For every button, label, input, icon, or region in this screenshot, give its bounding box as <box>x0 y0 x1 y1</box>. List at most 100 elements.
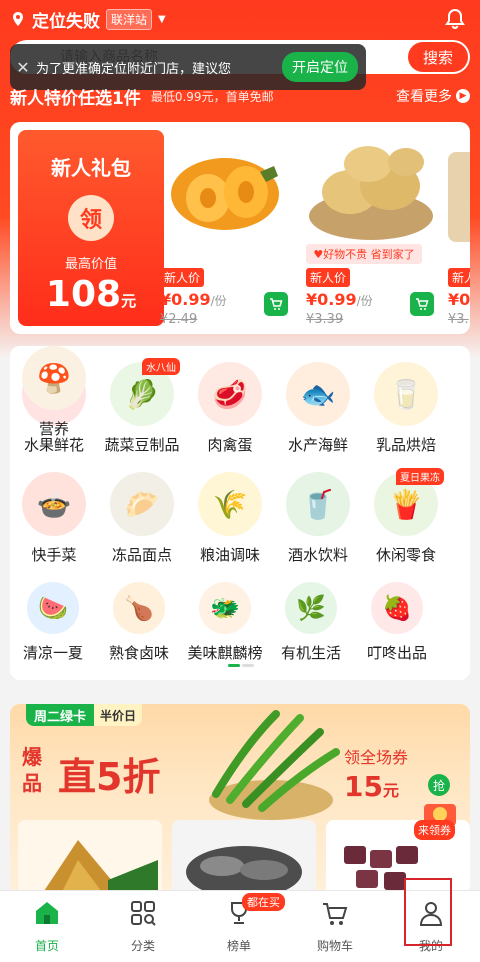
category-item[interactable]: 🥤 酒水饮料 <box>274 472 362 565</box>
coupon-offer-value: 15 <box>344 770 383 803</box>
product-price-value: ¥0.99 <box>160 290 211 309</box>
category-item[interactable]: 🐲 美味麒麟榜 <box>182 582 268 663</box>
tab-home[interactable]: 首页 <box>12 899 82 954</box>
tab-cart[interactable]: 购物车 <box>300 899 370 954</box>
chevron-right-icon: ▶ <box>456 89 470 103</box>
product-price: ¥0.99/份 <box>160 290 227 309</box>
cart-icon <box>416 298 429 310</box>
gift-package[interactable]: 新人礼包 领 最高价值 108元 <box>18 130 164 326</box>
category-icon: 🥟 <box>110 472 174 536</box>
tab-category[interactable]: 分类 <box>108 899 178 954</box>
gift-price: 108元 <box>18 274 164 315</box>
coupon-badge[interactable]: 来领券 <box>414 800 466 840</box>
green-card-label: 周二绿卡 <box>26 704 95 726</box>
product-original-price: ¥3.39 <box>306 312 344 327</box>
category-icon: 🥤 <box>286 472 350 536</box>
coupon-offer-amount: 15元 <box>344 770 408 803</box>
newuser-price-tag: 新人 <box>448 268 470 287</box>
view-more-label: 查看更多 <box>396 89 452 105</box>
station-badge: 联洋站 <box>106 8 153 30</box>
category-item[interactable]: 🐟 水产海鲜 <box>274 362 362 455</box>
category-item[interactable]: 🌾 粮油调味 <box>186 472 274 565</box>
product-price-unit: /份 <box>210 294 227 308</box>
category-item[interactable]: 🍄 营养 <box>10 346 98 439</box>
newuser-promo-card: 新人礼包 领 最高价值 108元 新人价 ¥0.99/份 ¥2.49 ♥ 好物不… <box>10 122 470 334</box>
add-to-cart-button[interactable] <box>264 292 288 316</box>
gift-subtitle: 最高价值 <box>64 257 117 272</box>
category-label: 营养 <box>38 420 69 438</box>
location-selector[interactable]: 定位失败 联洋站 ▼ <box>10 6 166 32</box>
grid-icon <box>131 901 156 926</box>
newuser-subtitle: 最低0.99元，首单免邮 <box>150 89 274 104</box>
view-more-link[interactable]: 查看更多 ▶ <box>396 86 470 106</box>
category-icon: 🌾 <box>198 472 262 536</box>
product-card[interactable]: 新人 ¥0 ¥3. <box>448 132 470 328</box>
potato-image <box>309 146 433 240</box>
coupon-offer-title: 领全场券 <box>344 748 409 767</box>
category-item[interactable]: 🥩 肉禽蛋 <box>186 362 274 455</box>
tab-label: 购物车 <box>316 939 353 953</box>
category-item[interactable]: 🥟 冻品面点 <box>98 472 186 565</box>
product-original-price: ¥3. <box>448 312 469 327</box>
profile-tab-highlight <box>404 878 452 946</box>
category-icon: 🥩 <box>198 362 262 426</box>
category-icon: 🍲 <box>22 472 86 536</box>
search-button[interactable]: 搜索 <box>408 42 468 72</box>
category-item[interactable]: 🍉 清凉一夏 <box>10 582 96 663</box>
category-label: 清凉一夏 <box>22 644 83 662</box>
category-label: 粮油调味 <box>199 546 260 564</box>
product-card[interactable]: ♥ 好物不贵 省到家了 新人价 ¥0.99/份 ¥3.39 <box>306 132 436 328</box>
product-card[interactable]: 新人价 ¥0.99/份 ¥2.49 <box>160 132 290 328</box>
newuser-price-tag: 新人价 <box>160 268 205 287</box>
product-price-value: ¥0.99 <box>306 290 357 309</box>
toast-text: 为了更准确定位附近门店，建议您 <box>36 61 232 77</box>
chili-image <box>209 710 340 820</box>
green-card-banner[interactable]: 周二绿卡 半价日 爆品 直5折 领全场券 15元 抢 来领券 <box>10 704 470 894</box>
home-icon <box>36 902 58 924</box>
cart-icon <box>270 298 283 310</box>
category-item[interactable]: 🍗 熟食卤味 <box>96 582 182 663</box>
green-card-badge: 周二绿卡 半价日 <box>26 704 143 726</box>
grab-button[interactable]: 抢 <box>428 774 450 796</box>
coupon-label: 来领券 <box>414 820 455 840</box>
tab-label: 首页 <box>34 939 59 953</box>
category-item[interactable]: 🌿 有机生活 <box>268 582 354 663</box>
coupon-offer-unit: 元 <box>382 781 399 800</box>
category-label: 快手菜 <box>31 546 77 564</box>
category-icon: 🍓 <box>371 582 423 634</box>
tab-ranking[interactable]: 都在买 榜单 <box>204 893 285 954</box>
category-item[interactable]: 🍓 叮咚出品 <box>354 582 440 663</box>
close-icon[interactable]: ✕ <box>10 58 36 77</box>
product-original-price: ¥2.49 <box>160 312 198 327</box>
zongzi-image <box>18 820 162 894</box>
half-price-label: 半价日 <box>94 704 143 726</box>
shrimp-image <box>172 820 316 894</box>
cart-icon <box>323 903 348 925</box>
category-item[interactable]: 🍟 休闲零食 夏日果冻 <box>362 468 450 565</box>
category-icon: 🍗 <box>113 582 165 634</box>
category-label: 叮咚出品 <box>366 644 427 662</box>
green-card-item[interactable] <box>18 820 162 894</box>
category-label: 肉禽蛋 <box>207 436 253 454</box>
category-badge: 夏日果冻 <box>396 468 444 485</box>
discount-headline: 直5折 <box>58 755 161 799</box>
product-promo-banner-text: 好物不贵 省到家了 <box>323 248 415 261</box>
tab-badge: 都在买 <box>242 893 285 911</box>
add-to-cart-button[interactable] <box>410 292 434 316</box>
category-item[interactable]: 🍲 快手菜 <box>10 472 98 565</box>
category-icon: 🌿 <box>285 582 337 634</box>
green-card-item[interactable] <box>172 820 316 894</box>
page-indicator <box>228 664 254 668</box>
enable-location-button[interactable]: 开启定位 <box>282 52 358 82</box>
category-item[interactable]: 🥬 蔬菜豆制品 水八仙 <box>98 358 186 455</box>
category-label: 熟食卤味 <box>108 644 169 662</box>
product-price: ¥0 <box>448 290 470 309</box>
category-item[interactable]: 🥛 乳品烘焙 <box>362 362 450 455</box>
category-label: 美味麒麟榜 <box>187 644 263 662</box>
category-icon: 🍄 <box>22 346 86 410</box>
category-badge: 水八仙 <box>142 358 180 375</box>
category-icon: 🐟 <box>286 362 350 426</box>
category-icon: 🥛 <box>374 362 438 426</box>
bell-icon[interactable] <box>444 8 466 30</box>
green-card-items <box>18 820 470 894</box>
